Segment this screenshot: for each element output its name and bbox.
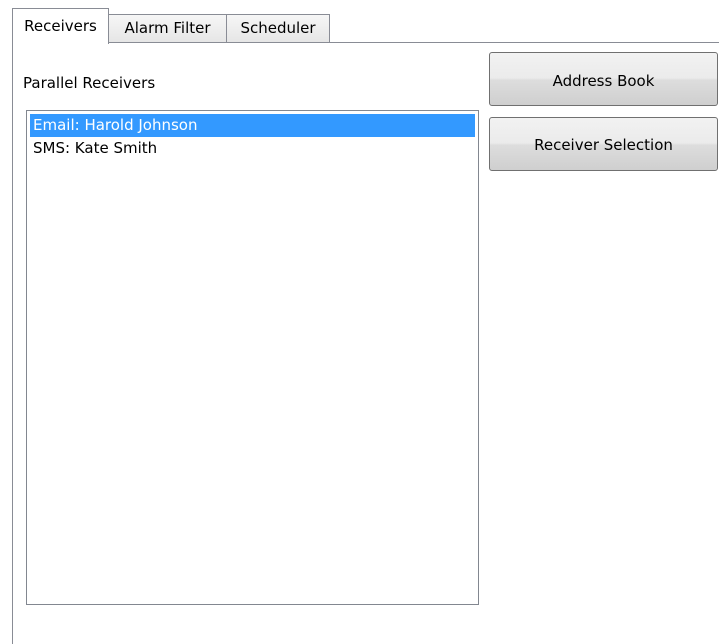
panel-border [12, 43, 13, 644]
address-book-button-label: Address Book [552, 72, 655, 90]
list-item-email-harold-johnson[interactable]: Email: Harold Johnson [30, 114, 475, 137]
parallel-receivers-list[interactable]: Email: Harold Johnson SMS: Kate Smith [26, 110, 479, 605]
tab-scheduler[interactable]: Scheduler [227, 14, 330, 42]
address-book-button[interactable]: Address Book [489, 52, 718, 106]
receiver-selection-button[interactable]: Receiver Selection [489, 117, 718, 171]
list-item-sms-kate-smith[interactable]: SMS: Kate Smith [30, 137, 475, 160]
parallel-receivers-label: Parallel Receivers [23, 74, 156, 92]
receivers-dialog: Receivers Alarm Filter Scheduler Paralle… [0, 0, 719, 644]
tab-receivers[interactable]: Receivers [12, 8, 109, 44]
tab-alarm-filter[interactable]: Alarm Filter [109, 14, 227, 42]
tab-strip: Receivers Alarm Filter Scheduler [0, 0, 719, 44]
tab-divider [108, 42, 719, 43]
receiver-selection-button-label: Receiver Selection [534, 136, 673, 154]
